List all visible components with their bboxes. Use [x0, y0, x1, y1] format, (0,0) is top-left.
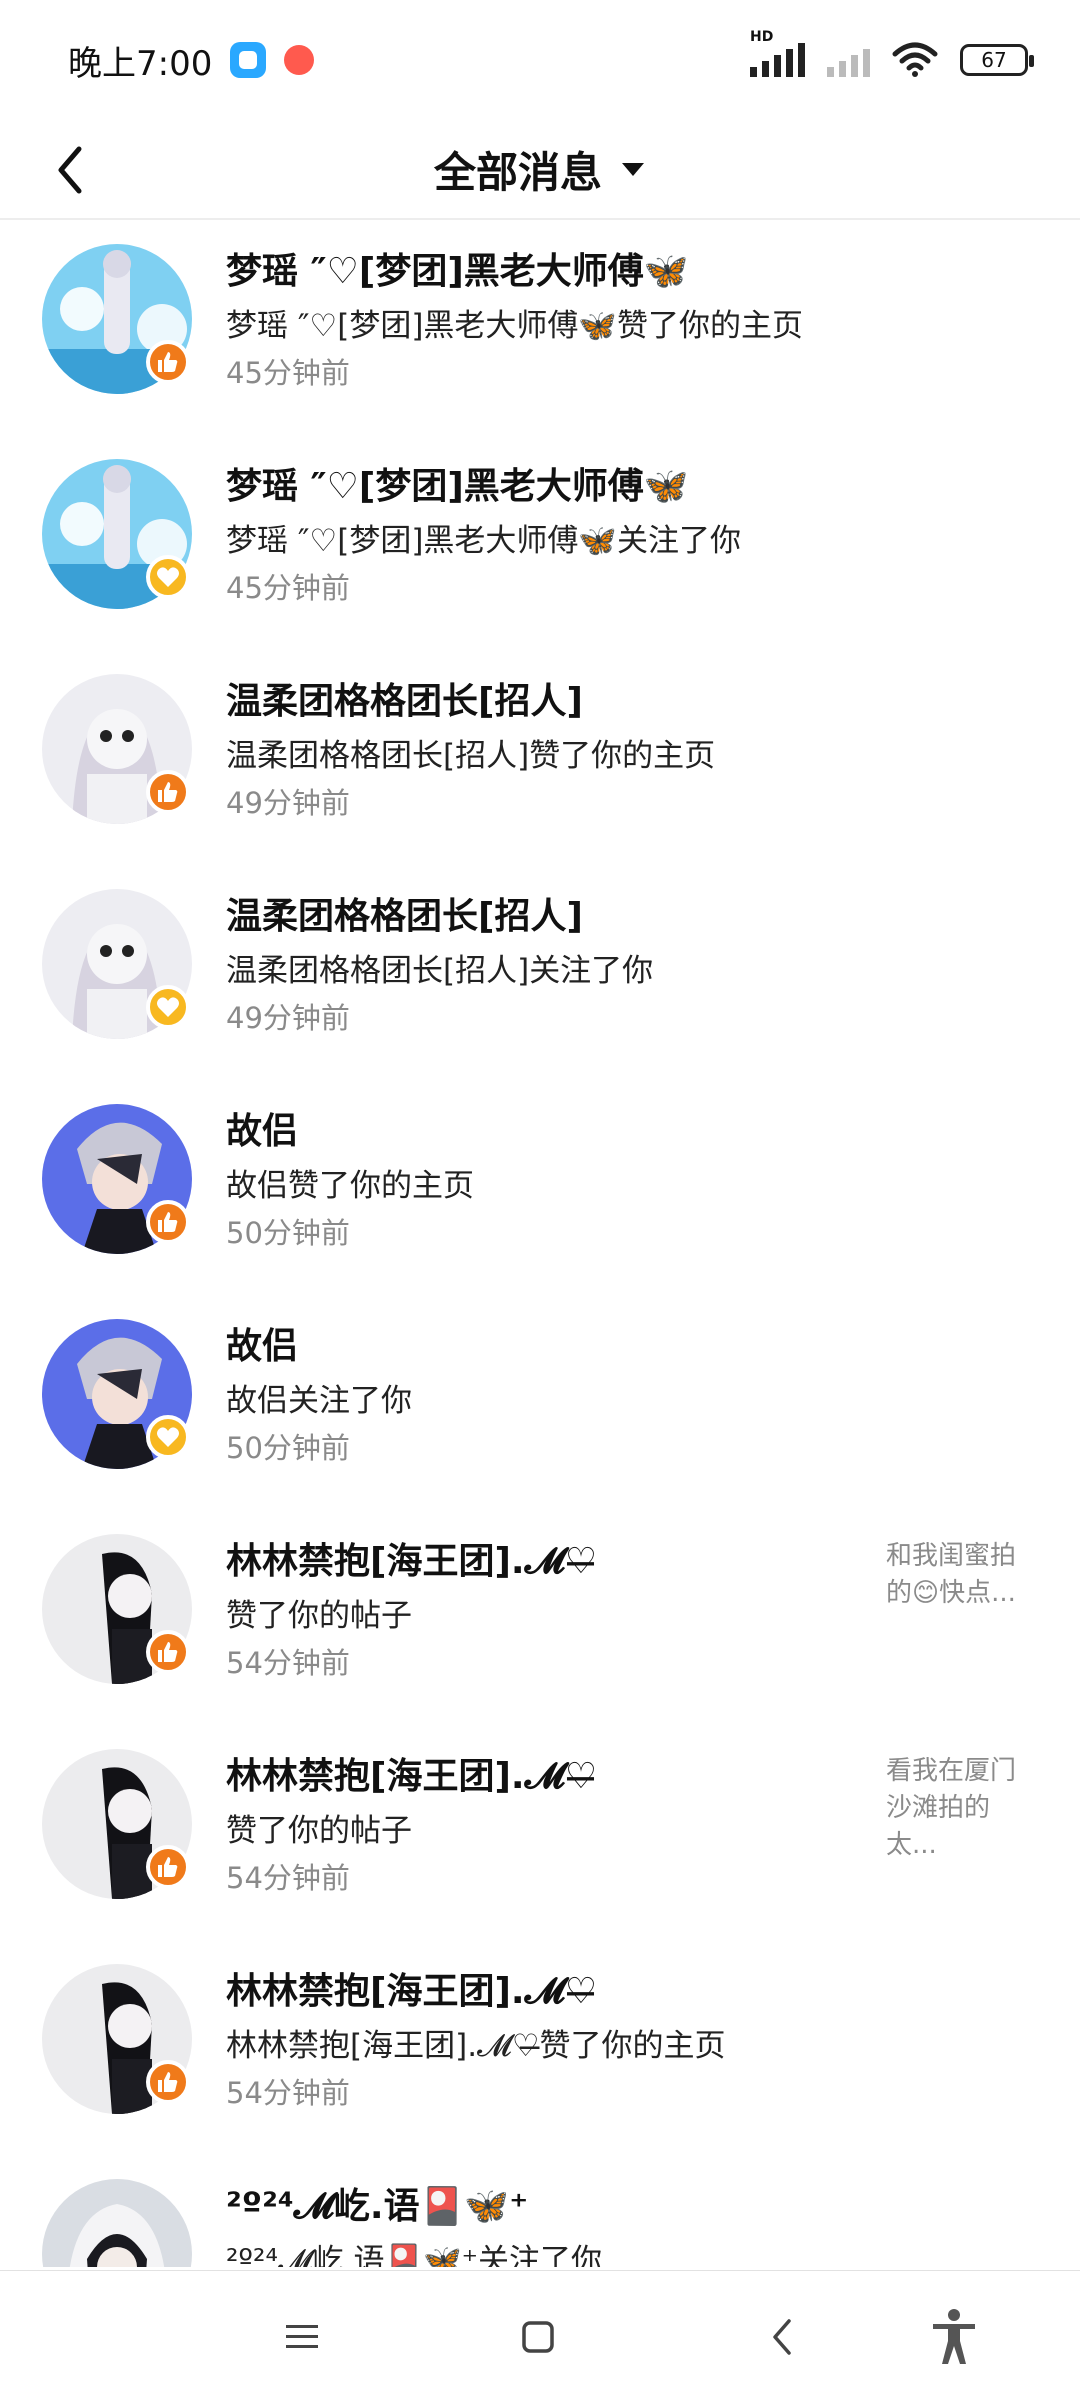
- signal-2-icon: [827, 43, 870, 77]
- menu-button[interactable]: [272, 2307, 332, 2367]
- timestamp: 45分钟前: [226, 571, 350, 605]
- user-name: 林林禁抱[海王团].𝓜♡̶: [226, 1541, 598, 1582]
- thumbs-up-icon: [158, 352, 178, 372]
- notification-item[interactable]: 故侣 故侣赞了你的主页 50分钟前: [0, 1082, 1080, 1297]
- timestamp: 54分钟前: [226, 1861, 350, 1895]
- user-name: 故侣: [226, 1326, 299, 1367]
- location-app-icon: [284, 45, 315, 75]
- notification-text: 赞了你的帖子: [226, 1598, 412, 1634]
- notification-item[interactable]: 温柔团格格团长[招人] 温柔团格格团长[招人]赞了你的主页 49分钟前: [0, 652, 1080, 867]
- battery-level: 67: [981, 48, 1007, 72]
- notification-item[interactable]: 梦瑶 ″♡[梦团]黑老大师傅🦋 梦瑶 ″♡[梦团]黑老大师傅🦋关注了你 45分钟…: [0, 437, 1080, 652]
- accessibility-button[interactable]: [924, 2307, 984, 2367]
- user-name: 梦瑶 ″♡[梦团]黑老大师傅🦋: [226, 251, 689, 292]
- timestamp: 50分钟前: [226, 1216, 350, 1250]
- notification-text: 故侣关注了你: [226, 1383, 412, 1419]
- page-title: 全部消息: [433, 147, 602, 197]
- status-right: HD 67: [750, 29, 1034, 78]
- back-button[interactable]: [40, 140, 100, 200]
- title-dropdown[interactable]: 全部消息: [434, 139, 646, 200]
- user-name: 林林禁抱[海王团].𝓜♡̶: [226, 1756, 598, 1797]
- app-notification-icon: [230, 42, 267, 78]
- notification-text: 温柔团格格团长[招人]赞了你的主页: [226, 738, 716, 774]
- follow-badge: [146, 985, 190, 1029]
- timestamp: 54分钟前: [226, 2076, 350, 2110]
- heart-icon: [157, 1427, 179, 1447]
- hd-signal-icon: HD: [750, 29, 805, 77]
- thumbs-up-icon: [158, 1212, 178, 1232]
- notification-item[interactable]: 林林禁抱[海王团].𝓜♡̶ 赞了你的帖子 54分钟前 看我在厦门沙滩拍的太...: [0, 1727, 1080, 1942]
- accessibility-icon: [933, 2309, 975, 2364]
- timestamp: 45分钟前: [226, 356, 350, 390]
- status-bar: 晚上7:00 HD 67: [0, 0, 1080, 120]
- notification-text: 温柔团格格团长[招人]关注了你: [226, 953, 654, 989]
- follow-badge: [146, 555, 190, 599]
- thumbs-up-icon: [158, 1642, 178, 1662]
- battery-icon: 67: [960, 44, 1034, 76]
- like-badge: [146, 770, 190, 814]
- timestamp: 49分钟前: [226, 786, 350, 820]
- notification-text: ²º²⁴𝓜屹.语🎴🦋⁺关注了你: [226, 2243, 603, 2267]
- wifi-icon: [892, 42, 938, 77]
- like-badge: [146, 1630, 190, 1674]
- user-name: 林林禁抱[海王团].𝓜♡̶: [226, 1971, 598, 2012]
- home-square-icon: [522, 2321, 554, 2353]
- user-name: 梦瑶 ″♡[梦团]黑老大师傅🦋: [226, 466, 689, 507]
- nav-back-button[interactable]: [752, 2307, 812, 2367]
- status-time: 晚上7:00: [68, 43, 213, 84]
- notification-item[interactable]: 温柔团格格团长[招人] 温柔团格格团长[招人]关注了你 49分钟前: [0, 867, 1080, 1082]
- avatar[interactable]: [42, 2179, 192, 2267]
- home-button[interactable]: [508, 2307, 568, 2367]
- thumbs-up-icon: [158, 2072, 178, 2092]
- thumbs-up-icon: [158, 782, 178, 802]
- like-badge: [146, 1200, 190, 1244]
- network-label: HD: [750, 29, 774, 45]
- nav-back-icon: [773, 2319, 791, 2355]
- like-badge: [146, 340, 190, 384]
- thumbs-up-icon: [158, 1857, 178, 1877]
- notification-text: 故侣赞了你的主页: [226, 1168, 474, 1204]
- notification-item[interactable]: 林林禁抱[海王团].𝓜♡̶ 林林禁抱[海王团].𝓜♡̶赞了你的主页 54分钟前: [0, 1942, 1080, 2157]
- notification-item[interactable]: ²º²⁴𝓜屹.语🎴🦋⁺ ²º²⁴𝓜屹.语🎴🦋⁺关注了你: [0, 2157, 1080, 2267]
- notification-item[interactable]: 林林禁抱[海王团].𝓜♡̶ 赞了你的帖子 54分钟前 和我闺蜜拍的😊快点...: [0, 1512, 1080, 1727]
- timestamp: 49分钟前: [226, 1001, 350, 1035]
- notification-text: 林林禁抱[海王团].𝓜♡̶赞了你的主页: [226, 2028, 726, 2064]
- notification-item[interactable]: 梦瑶 ″♡[梦团]黑老大师傅🦋 梦瑶 ″♡[梦团]黑老大师傅🦋赞了你的主页 45…: [0, 222, 1080, 437]
- notification-text: 梦瑶 ″♡[梦团]黑老大师傅🦋赞了你的主页: [226, 308, 804, 344]
- heart-icon: [157, 567, 179, 587]
- user-name: 故侣: [226, 1111, 299, 1152]
- notification-item[interactable]: 故侣 故侣关注了你 50分钟前: [0, 1297, 1080, 1512]
- follow-badge: [146, 1415, 190, 1459]
- menu-icon: [286, 2325, 318, 2348]
- user-name: 温柔团格格团长[招人]: [226, 896, 583, 937]
- post-preview[interactable]: 看我在厦门沙滩拍的太...: [886, 1753, 1036, 1864]
- system-nav-bar: [0, 2270, 1080, 2400]
- like-badge: [146, 2060, 190, 2104]
- timestamp: 50分钟前: [226, 1431, 350, 1465]
- status-left: 晚上7:00: [68, 36, 315, 85]
- post-preview[interactable]: 和我闺蜜拍的😊快点...: [886, 1538, 1036, 1612]
- timestamp: 54分钟前: [226, 1646, 350, 1680]
- user-name: ²º²⁴𝓜屹.语🎴🦋⁺: [226, 2186, 529, 2227]
- notification-text: 赞了你的帖子: [226, 1813, 412, 1849]
- top-bar: 全部消息: [0, 120, 1080, 220]
- chevron-left-icon: [58, 146, 82, 194]
- user-name: 温柔团格格团长[招人]: [226, 681, 583, 722]
- like-badge: [146, 1845, 190, 1889]
- notification-text: 梦瑶 ″♡[梦团]黑老大师傅🦋关注了你: [226, 523, 742, 559]
- notification-list: 梦瑶 ″♡[梦团]黑老大师傅🦋 梦瑶 ″♡[梦团]黑老大师傅🦋赞了你的主页 45…: [0, 222, 1080, 2267]
- heart-icon: [157, 997, 179, 1017]
- caret-down-icon: [622, 163, 644, 176]
